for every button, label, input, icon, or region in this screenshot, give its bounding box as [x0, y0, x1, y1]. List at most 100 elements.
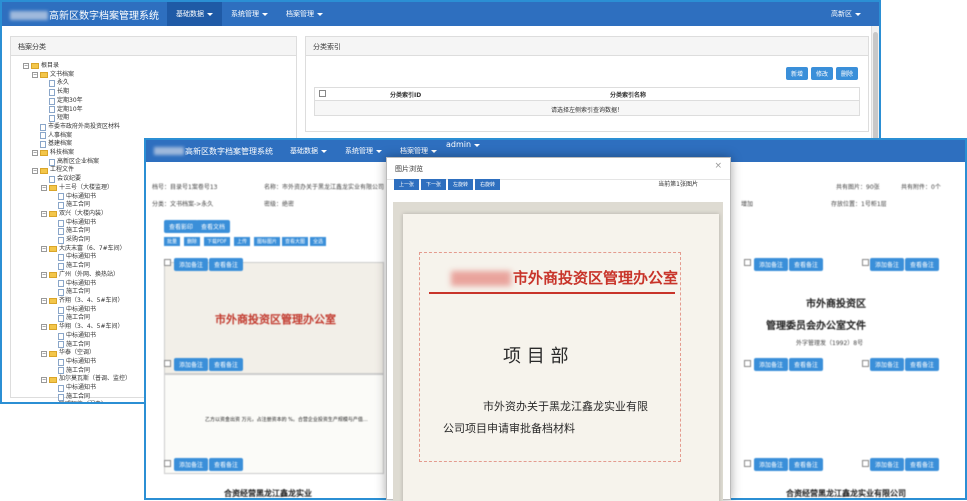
rotate-left-button[interactable]: 左旋转 [448, 179, 474, 190]
view-note-button[interactable]: 查看备注 [905, 258, 940, 271]
thumbnail-checkbox[interactable] [164, 360, 171, 367]
icon-image-button[interactable]: 图标图片 [254, 237, 281, 246]
add-note-button[interactable]: 添加备注 [870, 358, 905, 371]
collapse-toggle-icon[interactable]: − [41, 272, 47, 279]
collapse-toggle-icon[interactable]: − [41, 350, 47, 357]
next-image-button[interactable]: 下一张 [421, 179, 447, 190]
folder-icon [31, 63, 39, 70]
folder-icon [40, 150, 48, 157]
view-images-button[interactable]: 查看影印 [164, 220, 199, 233]
add-note-button[interactable]: 添加备注 [870, 258, 905, 271]
thumbnail-checkbox[interactable] [744, 360, 751, 367]
view-note-button[interactable]: 查看备注 [905, 458, 940, 471]
viewer-toolbar: 上一张 下一张 左旋转 右旋转 [394, 179, 501, 190]
add-note-button[interactable]: 添加备注 [754, 258, 789, 271]
view-note-button[interactable]: 查看备注 [789, 458, 824, 471]
collapse-toggle-icon[interactable]: − [41, 403, 47, 404]
collapse-toggle-icon[interactable]: − [41, 298, 47, 305]
collapse-toggle-icon[interactable]: − [32, 72, 38, 79]
current-image-indicator: 当前第1张图片 [658, 181, 698, 188]
upload-button[interactable]: 上传 [234, 237, 251, 246]
view-note-button[interactable]: 查看备注 [209, 258, 244, 271]
view-note-button[interactable]: 查看备注 [209, 358, 244, 371]
document-header: 管理委员会办公室文件 [766, 321, 866, 332]
view-note-button[interactable]: 查看备注 [789, 358, 824, 371]
collapse-toggle-icon[interactable]: − [32, 150, 38, 157]
menu-item[interactable]: 档案管理 [277, 2, 332, 26]
app-title[interactable]: 高新区数字档案管理系统 [2, 7, 167, 22]
download-pdf-button[interactable]: 下载PDF [204, 237, 230, 246]
delete-button[interactable]: 删除 [184, 237, 201, 246]
tree-node[interactable]: − 根目录 [23, 62, 296, 71]
select-all-checkbox[interactable] [319, 89, 326, 97]
app-title[interactable]: 高新区数字档案管理系统 [146, 146, 281, 157]
thumbnail-checkbox[interactable] [164, 460, 171, 467]
collapse-toggle-icon[interactable]: − [41, 246, 47, 253]
collapse-toggle-icon[interactable]: − [41, 376, 47, 383]
view-docs-button[interactable]: 查看文档 [196, 220, 231, 233]
user-menu[interactable]: 高新区 [831, 2, 861, 26]
document-photo[interactable]: 市外商投资区管理办公室 项 目 部 市外资办关于黑龙江鑫龙实业有限 公司项目申请… [393, 202, 723, 501]
batch-button[interactable]: 批量 [164, 237, 181, 246]
thumbnail-checkbox[interactable] [862, 460, 869, 467]
tree-node[interactable]: 长期 [23, 88, 296, 97]
file-icon [49, 158, 55, 166]
menu-item[interactable]: 基础数据 [167, 2, 222, 26]
menu-item[interactable]: 系统管理 [222, 2, 277, 26]
column-header-id: 分类索引ID [390, 91, 422, 99]
collapse-toggle-icon[interactable]: − [32, 167, 38, 174]
thumbnail-checkbox[interactable] [862, 360, 869, 367]
column-header-name: 分类索引名称 [610, 91, 647, 99]
view-note-button[interactable]: 查看备注 [209, 458, 244, 471]
tree-node-label: 定期10年 [57, 105, 83, 113]
collapse-toggle-icon[interactable]: − [41, 185, 47, 192]
rotate-right-button[interactable]: 右旋转 [475, 179, 501, 190]
add-note-button[interactable]: 添加备注 [174, 358, 209, 371]
delete-button[interactable]: 删除 [835, 67, 858, 80]
file-icon [58, 384, 64, 392]
view-note-button[interactable]: 查看备注 [789, 258, 824, 271]
tree-node-label: 施工合同 [66, 288, 91, 296]
folder-icon [49, 324, 57, 331]
archive-category: 分类：文书档案->永久 [152, 201, 214, 208]
collapse-toggle-icon[interactable]: − [41, 211, 47, 218]
tree-node[interactable]: 市委市政府外商投资区材料 [23, 123, 296, 132]
add-note-button[interactable]: 添加备注 [754, 458, 789, 471]
image-count: 共有图片：90张 [836, 184, 880, 191]
tree-node-label: 华翔（3、4、5#车间） [59, 323, 124, 331]
view-note-button[interactable]: 查看备注 [905, 358, 940, 371]
view-large-button[interactable]: 查看大图 [282, 237, 309, 246]
add-button[interactable]: 新增 [785, 67, 808, 80]
tree-node-label: 市委市政府外商投资区材料 [48, 122, 121, 130]
tree-node[interactable]: 永久 [23, 79, 296, 88]
prev-image-button[interactable]: 上一张 [394, 179, 420, 190]
thumbnail-checkbox[interactable] [862, 259, 869, 266]
tree-node[interactable]: 短期 [23, 114, 296, 123]
collapse-toggle-icon[interactable]: − [41, 324, 47, 331]
panel-title: 分类索引 [306, 37, 868, 56]
toolbar: 新增 修改 删除 [785, 67, 858, 80]
thumbnail-checkbox[interactable] [164, 259, 171, 266]
thumbnail-checkbox[interactable] [744, 259, 751, 266]
add-note-button[interactable]: 添加备注 [870, 458, 905, 471]
file-icon [40, 123, 46, 131]
menu-item[interactable]: 基础数据 [281, 140, 336, 162]
collapse-toggle-icon[interactable]: − [23, 63, 29, 70]
add-note-button[interactable]: 添加备注 [754, 358, 789, 371]
redacted-logo [10, 11, 48, 20]
file-icon [58, 193, 64, 201]
add-note-button[interactable]: 添加备注 [174, 258, 209, 271]
select-all-button[interactable]: 全选 [310, 237, 327, 246]
add-note-button[interactable]: 添加备注 [174, 458, 209, 471]
menu-item[interactable]: 系统管理 [336, 140, 391, 162]
tree-node[interactable]: 定期10年 [23, 106, 296, 115]
thumbnail-checkbox[interactable] [744, 460, 751, 467]
file-icon [58, 367, 64, 375]
close-icon[interactable]: × [714, 161, 722, 171]
top-navbar: 高新区数字档案管理系统 基础数据 系统管理 档案管理 高新区 [2, 2, 879, 26]
file-icon [49, 80, 55, 88]
edit-button[interactable]: 修改 [810, 67, 833, 80]
main-menu: 基础数据 系统管理 档案管理 [167, 2, 332, 26]
tree-node[interactable]: 定期30年 [23, 97, 296, 106]
tree-node-label: 会议纪要 [57, 175, 82, 183]
